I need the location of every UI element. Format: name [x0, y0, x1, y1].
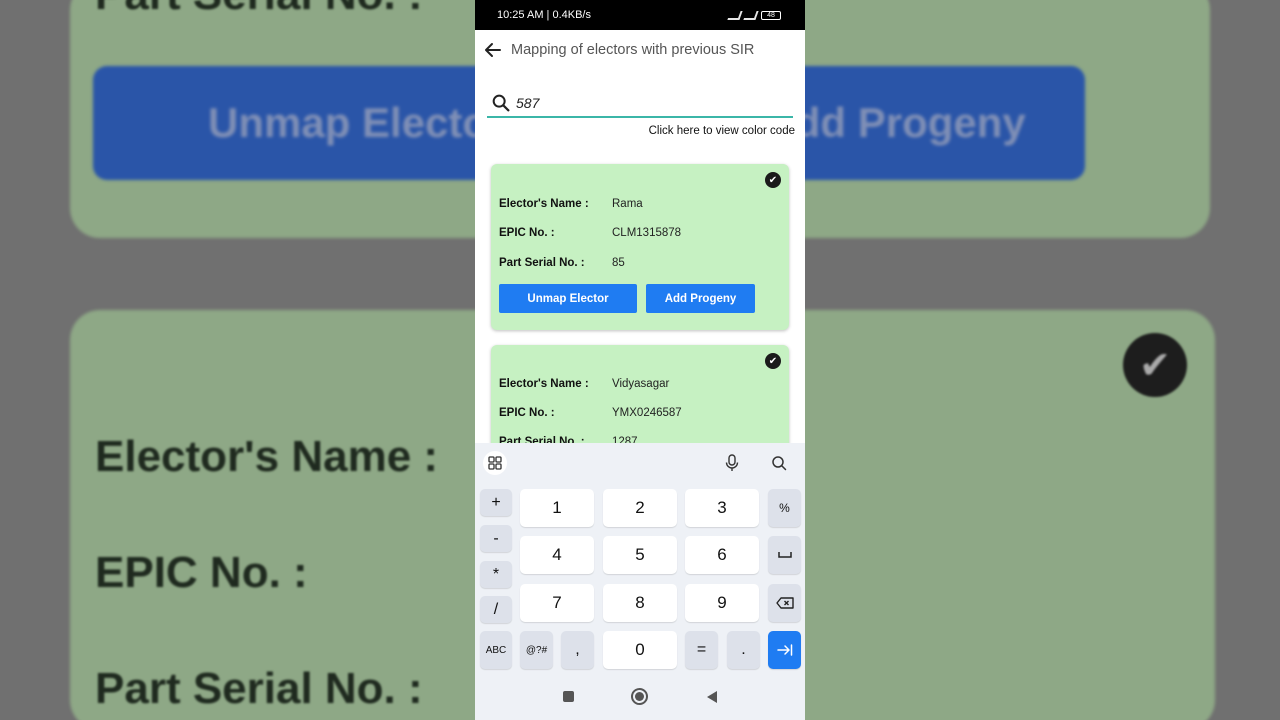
background-part-serial-top: Part Serial No. : [95, 0, 423, 20]
key-abc[interactable]: ABC [480, 631, 512, 669]
phone-screen: 10:25 AM | 0.4KB/s 48 Mapping of elector… [475, 0, 805, 720]
color-code-link[interactable]: Click here to view color code [649, 125, 795, 137]
key-7[interactable]: 7 [520, 584, 594, 622]
page-title: Mapping of electors with previous SIR [511, 42, 755, 58]
epic-row: EPIC No. : CLM1315878 [499, 227, 681, 239]
epic-row: EPIC No. : YMX0246587 [499, 407, 682, 419]
epic-label: EPIC No. : [499, 407, 555, 419]
back-arrow-icon[interactable] [479, 36, 507, 64]
elector-name-label: Elector's Name : [499, 378, 589, 390]
unmap-elector-button[interactable]: Unmap Elector [499, 284, 637, 313]
keyboard-toolbar [475, 443, 805, 483]
signal-icon [727, 10, 743, 20]
key-period[interactable]: . [727, 631, 760, 669]
navigation-bar [475, 677, 805, 720]
search-icon [492, 94, 510, 112]
space-key[interactable] [768, 536, 801, 574]
background-epic-label: EPIC No. : [95, 548, 308, 597]
home-icon[interactable] [631, 688, 648, 705]
key-plus[interactable]: + [480, 489, 512, 516]
key-0[interactable]: 0 [603, 631, 677, 669]
grid-menu-icon[interactable] [483, 451, 507, 475]
backspace-icon [775, 597, 794, 609]
battery-icon: 48 [761, 10, 781, 20]
key-5[interactable]: 5 [603, 536, 677, 574]
add-progeny-button[interactable]: Add Progeny [646, 284, 755, 313]
key-3[interactable]: 3 [685, 489, 759, 527]
key-8[interactable]: 8 [603, 584, 677, 622]
part-serial-row: Part Serial No. : 85 [499, 257, 625, 269]
keyboard-search-icon[interactable] [767, 451, 791, 475]
status-icons: 48 [727, 10, 781, 20]
key-percent[interactable]: % [768, 489, 801, 527]
elector-name-label: Elector's Name : [499, 198, 589, 210]
back-nav-icon[interactable] [706, 690, 718, 709]
key-4[interactable]: 4 [520, 536, 594, 574]
key-multiply[interactable]: * [480, 561, 512, 588]
microphone-icon[interactable] [720, 451, 744, 475]
status-bar: 10:25 AM | 0.4KB/s 48 [475, 0, 805, 30]
elector-name-value: Vidyasagar [612, 378, 670, 390]
space-icon [777, 552, 792, 558]
key-1[interactable]: 1 [520, 489, 594, 527]
search-input[interactable] [516, 95, 776, 111]
part-serial-value: 85 [612, 257, 625, 269]
part-serial-label: Part Serial No. : [499, 257, 585, 269]
epic-value: CLM1315878 [612, 227, 682, 239]
epic-value: YMX0246587 [612, 407, 682, 419]
key-6[interactable]: 6 [685, 536, 759, 574]
key-comma[interactable]: , [561, 631, 594, 669]
elector-name-row: Elector's Name : Rama [499, 198, 643, 210]
elector-name-value: Rama [612, 198, 643, 210]
elector-card: ✔ Elector's Name : Rama EPIC No. : CLM13… [491, 164, 789, 330]
check-icon: ✔ [765, 172, 781, 188]
epic-label: EPIC No. : [499, 227, 555, 239]
signal-icon-2 [743, 10, 759, 20]
background-unmap-label: Unmap Elector [208, 99, 505, 146]
key-minus[interactable]: - [480, 525, 512, 552]
app-bar: Mapping of electors with previous SIR [475, 30, 805, 70]
check-icon: ✔ [765, 353, 781, 369]
next-key[interactable] [768, 631, 801, 669]
key-symbols[interactable]: @?# [520, 631, 553, 669]
key-divide[interactable]: / [480, 596, 512, 623]
key-9[interactable]: 9 [685, 584, 759, 622]
numeric-keyboard: + - * / 1 2 3 4 5 6 7 8 9 % ABC @?# , 0 … [475, 443, 805, 677]
key-equals[interactable]: = [685, 631, 718, 669]
next-arrow-icon [776, 644, 792, 656]
backspace-key[interactable] [768, 584, 801, 622]
key-2[interactable]: 2 [603, 489, 677, 527]
search-bar [487, 90, 793, 118]
status-time: 10:25 AM | 0.4KB/s [497, 9, 591, 21]
background-part-serial-label: Part Serial No. : [95, 664, 423, 713]
background-check-icon: ✔ [1123, 333, 1187, 397]
recents-icon[interactable] [563, 691, 574, 702]
elector-name-row: Elector's Name : Vidyasagar [499, 378, 669, 390]
background-elector-name-label: Elector's Name : [95, 432, 439, 481]
